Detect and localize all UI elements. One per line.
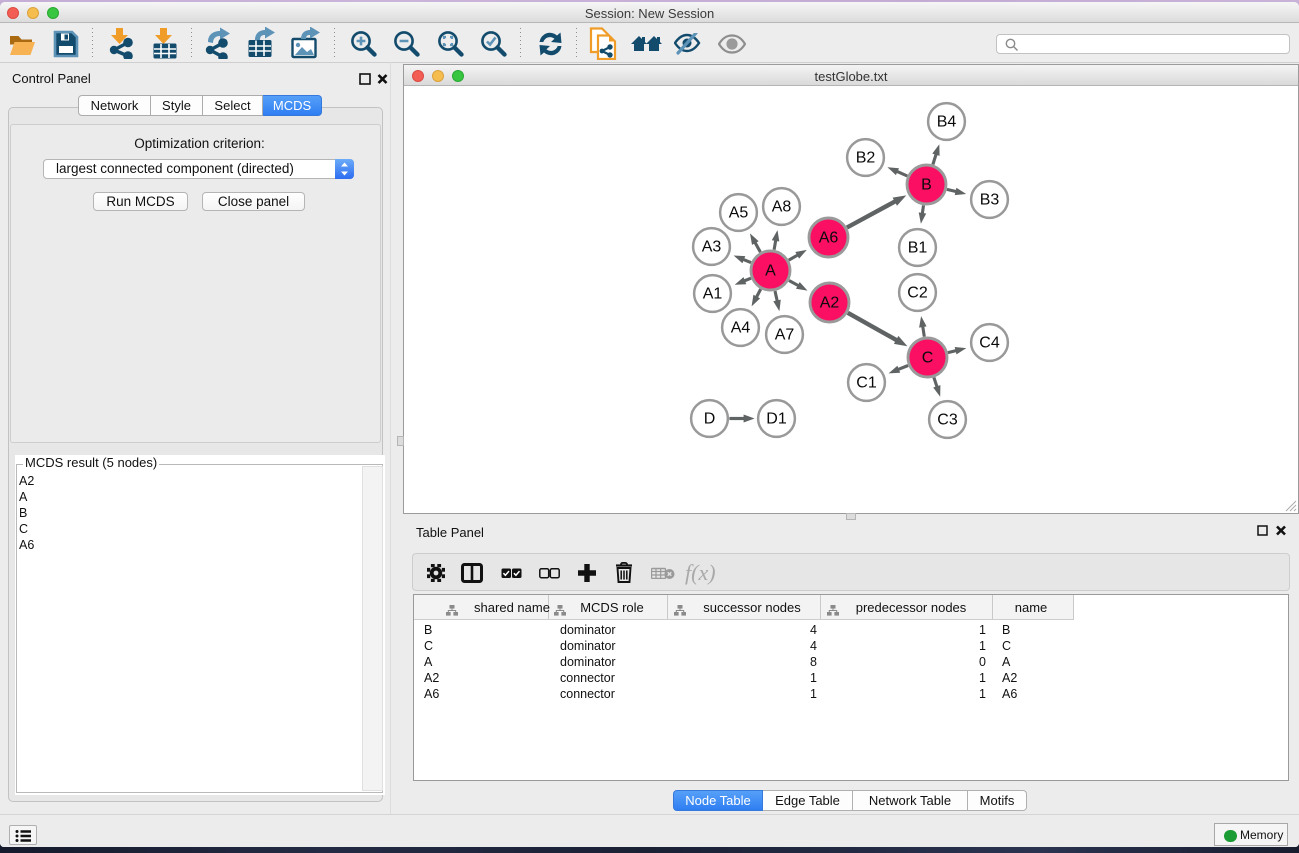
svg-text:A7: A7 <box>775 327 795 344</box>
svg-text:C2: C2 <box>907 285 928 302</box>
svg-text:A4: A4 <box>731 320 751 337</box>
svg-text:B4: B4 <box>937 114 957 131</box>
svg-text:D1: D1 <box>766 411 787 428</box>
svg-text:D: D <box>704 411 716 428</box>
svg-text:C4: C4 <box>979 335 1000 352</box>
svg-text:C: C <box>922 350 934 367</box>
svg-text:A5: A5 <box>729 205 749 222</box>
svg-text:C3: C3 <box>937 412 958 429</box>
svg-text:A6: A6 <box>819 230 839 247</box>
svg-text:A2: A2 <box>820 295 840 312</box>
svg-text:B1: B1 <box>908 240 928 257</box>
svg-text:B2: B2 <box>856 150 876 167</box>
svg-text:B3: B3 <box>980 192 1000 209</box>
svg-text:B: B <box>921 177 932 194</box>
svg-text:A1: A1 <box>703 286 723 303</box>
svg-text:A3: A3 <box>702 239 722 256</box>
svg-text:A: A <box>765 263 776 280</box>
svg-text:C1: C1 <box>856 375 877 392</box>
svg-text:A8: A8 <box>772 199 792 216</box>
